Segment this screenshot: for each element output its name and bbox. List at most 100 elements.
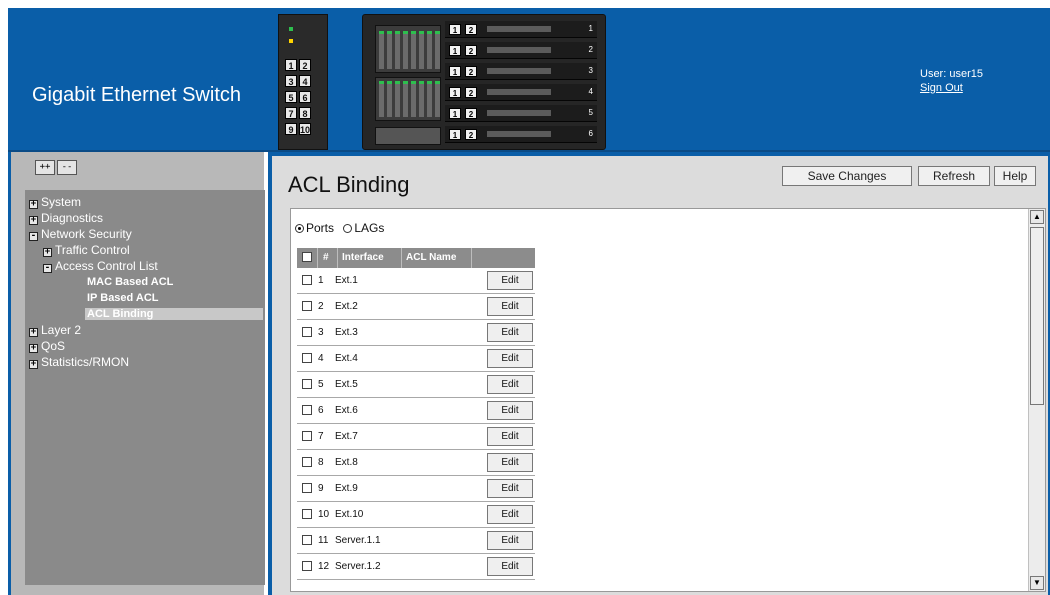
blade-slot [387,31,392,69]
user-info: User: user15 Sign Out [920,68,983,94]
tree-item-diagnostics[interactable]: + Diagnostics [29,212,103,225]
row-interface: Ext.10 [335,509,364,520]
column-divider [317,248,318,268]
blade-slot [403,31,408,69]
edit-button[interactable]: Edit [487,401,533,420]
row-interface: Ext.6 [335,405,358,416]
scroll-up-arrow-icon[interactable]: ▲ [1030,210,1044,224]
refresh-button[interactable]: Refresh [918,166,990,186]
server-slot: 121 [445,21,597,38]
sidebar: ++ -- + System + Diagnostics - Network Secu… [8,152,265,595]
expand-icon[interactable]: + [43,248,52,257]
blade-slot [395,31,400,69]
expand-icon[interactable]: + [29,328,38,337]
server-slot-number: 6 [588,129,593,138]
page-title: ACL Binding [288,172,410,197]
row-checkbox[interactable] [302,561,312,571]
bay-number: 5 [285,91,297,103]
tree-item-acl-binding[interactable]: ACL Binding [85,308,263,320]
expand-all-button[interactable]: ++ [35,160,55,175]
row-checkbox[interactable] [302,327,312,337]
col-interface-header: Interface [342,252,384,263]
edit-button[interactable]: Edit [487,349,533,368]
ports-radio[interactable] [295,224,304,233]
main-panel: ACL Binding Save Changes Refresh Help Po… [268,152,1050,595]
edit-button[interactable]: Edit [487,479,533,498]
row-checkbox[interactable] [302,535,312,545]
collapse-icon[interactable]: - [29,232,38,241]
edit-button[interactable]: Edit [487,427,533,446]
scroll-down-arrow-icon[interactable]: ▼ [1030,576,1044,590]
tree-item-traffic-control[interactable]: + Traffic Control [43,244,130,257]
table-row: 4 Ext.4 Edit [297,346,535,372]
vertical-scrollbar[interactable]: ▲ ▼ [1028,209,1045,591]
row-checkbox[interactable] [302,483,312,493]
row-checkbox[interactable] [302,457,312,467]
tree-item-label: Access Control List [55,259,158,273]
server-drive-bar [487,26,551,32]
edit-button[interactable]: Edit [487,297,533,316]
expand-icon[interactable]: + [29,360,38,369]
bay-number: 2 [299,59,311,71]
tree-item-mac-based-acl[interactable]: MAC Based ACL [87,276,173,288]
blade-slot [427,81,432,117]
row-checkbox[interactable] [302,509,312,519]
row-checkbox[interactable] [302,353,312,363]
scroll-thumb[interactable] [1030,227,1044,405]
tree-item-ip-based-acl[interactable]: IP Based ACL [87,292,159,304]
bay-number: 7 [285,107,297,119]
expand-icon[interactable]: + [29,216,38,225]
column-divider [471,248,472,268]
tree-item-qos[interactable]: + QoS [29,340,65,353]
edit-button[interactable]: Edit [487,557,533,576]
row-interface: Ext.2 [335,301,358,312]
select-all-checkbox[interactable] [302,252,312,262]
server-slot-number: 3 [588,66,593,75]
blade-slot [435,81,440,117]
bay-number: 4 [299,75,311,87]
table-header: # Interface ACL Name [297,248,535,268]
row-checkbox[interactable] [302,301,312,311]
server-port-tag: 1 [449,87,461,98]
edit-button[interactable]: Edit [487,453,533,472]
user-label: User: user15 [920,68,983,80]
sign-out-link[interactable]: Sign Out [920,82,983,94]
help-button[interactable]: Help [994,166,1036,186]
edit-button[interactable]: Edit [487,271,533,290]
row-checkbox[interactable] [302,275,312,285]
save-changes-button[interactable]: Save Changes [782,166,912,186]
tree-item-label: Network Security [41,227,132,241]
edit-button[interactable]: Edit [487,531,533,550]
bay-number: 3 [285,75,297,87]
lags-radio[interactable] [343,224,353,233]
row-interface: Ext.9 [335,483,358,494]
app-title: Gigabit Ethernet Switch [32,84,241,106]
edit-button[interactable]: Edit [487,505,533,524]
tree-item-system[interactable]: + System [29,196,81,209]
expand-icon[interactable]: + [29,200,38,209]
lags-radio-label: LAGs [354,221,385,235]
tree-item-label: Statistics/RMON [41,355,130,369]
expand-icon[interactable]: + [29,344,38,353]
table-row: 2 Ext.2 Edit [297,294,535,320]
collapse-all-button[interactable]: -- [57,160,77,175]
table-row: 6 Ext.6 Edit [297,398,535,424]
row-checkbox[interactable] [302,379,312,389]
row-checkbox[interactable] [302,431,312,441]
tree-item-network-security[interactable]: - Network Security [29,228,132,241]
edit-button[interactable]: Edit [487,323,533,342]
tree-item-layer-2[interactable]: + Layer 2 [29,324,81,337]
chassis-front-image: 121122123124125126 [362,14,606,150]
row-number: 5 [318,379,324,390]
server-port-tag: 2 [465,129,477,140]
collapse-icon[interactable]: - [43,264,52,273]
blade-slot [419,81,424,117]
row-interface: Server.1.1 [335,535,381,546]
tree-item-access-control-list[interactable]: - Access Control List [43,260,158,273]
table-row: 3 Ext.3 Edit [297,320,535,346]
tree-item-statistics-rmon[interactable]: + Statistics/RMON [29,356,129,369]
server-slot-number: 4 [588,87,593,96]
server-drive-bar [487,110,551,116]
row-checkbox[interactable] [302,405,312,415]
edit-button[interactable]: Edit [487,375,533,394]
